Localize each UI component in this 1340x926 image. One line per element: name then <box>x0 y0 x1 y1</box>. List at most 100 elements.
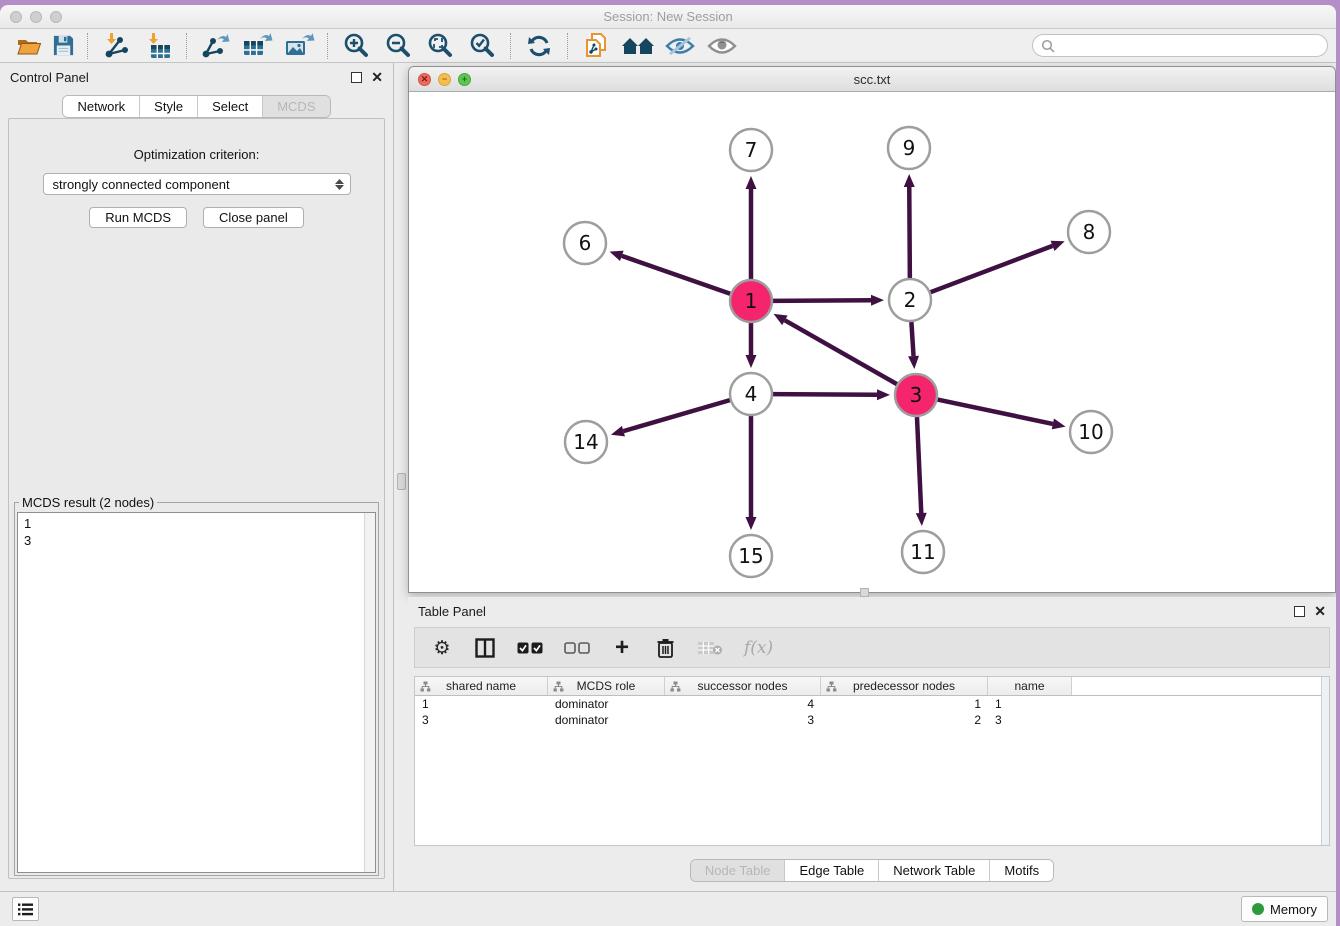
edge-2-3[interactable] <box>911 322 913 356</box>
cell-name[interactable]: 3 <box>988 712 1072 728</box>
control-panel-title: Control Panel <box>10 70 89 85</box>
home-button[interactable] <box>617 31 659 61</box>
settings-gear-icon[interactable]: ⚙ <box>431 638 453 658</box>
column-header-predecessor-nodes[interactable]: predecessor nodes <box>821 677 988 695</box>
zoom-selected-button[interactable] <box>461 31 503 61</box>
table-row-1[interactable]: 3dominator323 <box>415 712 1329 728</box>
search-field[interactable] <box>1032 34 1328 57</box>
open-session-button[interactable] <box>12 31 46 61</box>
export-network-button[interactable] <box>194 31 236 61</box>
float-table-panel-icon[interactable] <box>1294 606 1305 617</box>
copy-document-icon <box>582 32 610 60</box>
tab-select[interactable]: Select <box>197 96 262 117</box>
edge-2-9[interactable] <box>909 187 910 278</box>
cell-shared-name[interactable]: 1 <box>415 696 548 712</box>
table-header-row: shared name MCDS role successor nodes prede… <box>415 677 1329 696</box>
tab-network[interactable]: Network <box>63 96 139 117</box>
hide-selected-button[interactable] <box>659 31 701 61</box>
search-input[interactable] <box>1060 38 1327 53</box>
float-panel-icon[interactable] <box>351 72 362 83</box>
copy-network-view-button[interactable] <box>575 31 617 61</box>
application-window: Session: New Session <box>0 5 1336 926</box>
close-panel-icon[interactable]: ✕ <box>371 72 383 83</box>
edge-1-6[interactable] <box>622 256 730 294</box>
mcds-result-group: MCDS result (2 nodes) 1 3 <box>14 495 379 876</box>
column-header-label: successor nodes <box>697 679 787 693</box>
graph-node-label-6: 6 <box>579 231 592 255</box>
edge-3-1[interactable] <box>785 320 897 384</box>
edge-arrowhead <box>916 513 927 526</box>
column-header-name[interactable]: name <box>988 677 1072 695</box>
cell-shared-name[interactable]: 3 <box>415 712 548 728</box>
edge-1-2[interactable] <box>773 300 871 301</box>
edge-arrowhead <box>904 174 915 187</box>
horizontal-splitter-handle[interactable] <box>860 588 869 597</box>
main-toolbar <box>0 29 1336 63</box>
table-toolbar: ⚙ + <box>414 627 1330 668</box>
import-network-button[interactable] <box>95 31 137 61</box>
task-history-button[interactable] <box>12 897 39 921</box>
edge-4-14[interactable] <box>623 400 729 431</box>
edge-3-10[interactable] <box>938 400 1053 424</box>
edge-4-3[interactable] <box>773 394 877 395</box>
cell-MCDS-role[interactable]: dominator <box>548 696 665 712</box>
optimization-criterion-select[interactable]: strongly connected component <box>43 173 351 195</box>
control-panel-tab-bar: Network Style Select MCDS <box>62 95 330 118</box>
import-table-button[interactable] <box>137 31 179 61</box>
vertical-splitter-handle[interactable] <box>397 473 406 490</box>
cell-successor-nodes[interactable]: 4 <box>665 696 821 712</box>
tab-motifs[interactable]: Motifs <box>989 860 1053 881</box>
zoom-out-button[interactable] <box>377 31 419 61</box>
export-image-icon <box>284 32 315 59</box>
edge-arrowhead <box>908 356 919 369</box>
delete-column-icon[interactable] <box>654 638 676 658</box>
control-panel: Control Panel ✕ Network Style Select MCD… <box>0 63 394 891</box>
edge-2-8[interactable] <box>931 246 1053 292</box>
add-column-icon[interactable]: + <box>611 638 633 658</box>
table-tab-bar: Node Table Edge Table Network Table Moti… <box>690 859 1054 882</box>
graph-node-label-10: 10 <box>1078 420 1103 444</box>
select-all-columns-icon[interactable] <box>517 642 543 654</box>
export-image-button[interactable] <box>278 31 320 61</box>
column-header-shared-name[interactable]: shared name <box>415 677 548 695</box>
network-view-window: ✕ − + scc.txt 1234678910111415 <box>408 66 1336 593</box>
zoom-in-button[interactable] <box>335 31 377 61</box>
cell-name[interactable]: 1 <box>988 696 1072 712</box>
cell-MCDS-role[interactable]: dominator <box>548 712 665 728</box>
mcds-result-list: 1 3 <box>18 513 375 551</box>
cell-predecessor-nodes[interactable]: 2 <box>821 712 988 728</box>
graph-node-label-8: 8 <box>1083 220 1096 244</box>
select-stepper-icon <box>335 179 344 190</box>
network-canvas[interactable]: 1234678910111415 <box>409 92 1335 592</box>
table-row-0[interactable]: 1dominator411 <box>415 696 1329 712</box>
result-scrollbar[interactable] <box>364 513 375 872</box>
refresh-layout-button[interactable] <box>518 31 560 61</box>
tab-style[interactable]: Style <box>139 96 197 117</box>
cell-predecessor-nodes[interactable]: 1 <box>821 696 988 712</box>
table-scrollbar[interactable] <box>1321 677 1329 845</box>
memory-button[interactable]: Memory <box>1241 896 1328 922</box>
graph-node-label-15: 15 <box>738 544 763 568</box>
split-view-icon[interactable] <box>474 638 496 658</box>
tab-node-table[interactable]: Node Table <box>691 860 785 881</box>
edge-arrowhead <box>610 251 624 261</box>
column-header-successor-nodes[interactable]: successor nodes <box>665 677 821 695</box>
mcds-panel: Optimization criterion: strongly connect… <box>8 118 385 879</box>
cell-successor-nodes[interactable]: 3 <box>665 712 821 728</box>
column-header-label: shared name <box>446 679 516 693</box>
close-table-panel-icon[interactable]: ✕ <box>1314 606 1326 617</box>
tab-network-table[interactable]: Network Table <box>878 860 989 881</box>
edge-3-11[interactable] <box>917 417 921 513</box>
zoom-fit-button[interactable] <box>419 31 461 61</box>
hierarchy-icon <box>420 681 431 695</box>
save-session-button[interactable] <box>46 31 80 61</box>
column-header-MCDS-role[interactable]: MCDS role <box>548 677 665 695</box>
tab-mcds[interactable]: MCDS <box>262 96 329 117</box>
tab-edge-table[interactable]: Edge Table <box>784 860 878 881</box>
close-panel-button[interactable]: Close panel <box>203 207 304 228</box>
deselect-all-columns-icon[interactable] <box>564 642 590 654</box>
run-mcds-button[interactable]: Run MCDS <box>89 207 187 228</box>
show-selected-button[interactable] <box>701 31 743 61</box>
export-table-button[interactable] <box>236 31 278 61</box>
network-window-titlebar[interactable]: ✕ − + scc.txt <box>409 67 1335 92</box>
